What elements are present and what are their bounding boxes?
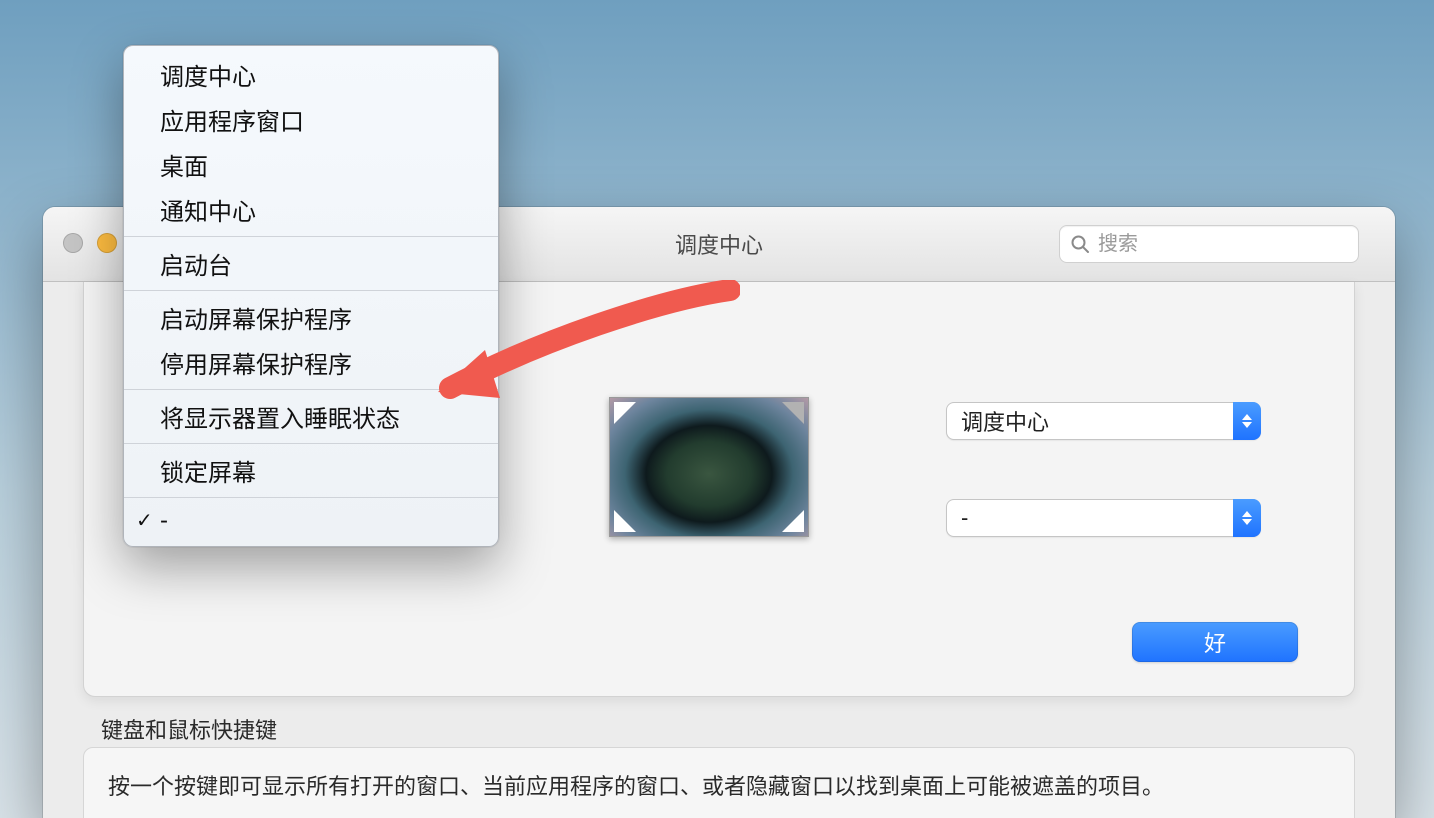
popup-value: -: [961, 505, 968, 531]
menu-separator: [124, 497, 498, 498]
search-input[interactable]: [1098, 233, 1348, 256]
menu-item-app-windows[interactable]: 应用程序窗口: [124, 97, 498, 142]
popup-stepper-icon: [1233, 402, 1261, 440]
menu-item-desktop[interactable]: 桌面: [124, 142, 498, 187]
hot-corner-top-left-indicator: [614, 402, 636, 424]
popup-stepper-icon: [1233, 499, 1261, 537]
screen-thumbnail: [609, 397, 809, 537]
hot-corner-bottom-left-indicator: [614, 510, 636, 532]
hot-corner-bottom-right-popup[interactable]: -: [946, 499, 1261, 537]
menu-separator: [124, 389, 498, 390]
menu-item-stop-screensaver[interactable]: 停用屏幕保护程序: [124, 340, 498, 385]
menu-separator: [124, 236, 498, 237]
menu-item-launchpad[interactable]: 启动台: [124, 241, 498, 286]
menu-item-mission-control[interactable]: 调度中心: [124, 52, 498, 97]
hot-corner-bottom-right-indicator: [782, 510, 804, 532]
menu-item-sleep-display[interactable]: 将显示器置入睡眠状态: [124, 394, 498, 439]
wallpaper-thumbnail: [610, 398, 808, 536]
search-field[interactable]: [1059, 225, 1359, 263]
hot-corner-top-right-popup[interactable]: 调度中心: [946, 402, 1261, 440]
menu-item-start-screensaver[interactable]: 启动屏幕保护程序: [124, 295, 498, 340]
shortcuts-panel: 按一个按键即可显示所有打开的窗口、当前应用程序的窗口、或者隐藏窗口以找到桌面上可…: [83, 747, 1355, 818]
hot-corner-action-menu[interactable]: 调度中心 应用程序窗口 桌面 通知中心 启动台 启动屏幕保护程序 停用屏幕保护程…: [123, 45, 499, 547]
hot-corner-top-right-indicator: [782, 402, 804, 424]
menu-item-lock-screen[interactable]: 锁定屏幕: [124, 448, 498, 493]
search-icon: [1070, 234, 1090, 254]
menu-item-none[interactable]: -: [124, 502, 498, 540]
menu-separator: [124, 443, 498, 444]
menu-item-notification-center[interactable]: 通知中心: [124, 187, 498, 232]
menu-separator: [124, 290, 498, 291]
popup-value: 调度中心: [961, 405, 1049, 437]
ok-button[interactable]: 好: [1132, 622, 1298, 662]
section-label: 键盘和鼠标快捷键: [101, 713, 277, 745]
shortcuts-description: 按一个按键即可显示所有打开的窗口、当前应用程序的窗口、或者隐藏窗口以找到桌面上可…: [108, 770, 1330, 803]
